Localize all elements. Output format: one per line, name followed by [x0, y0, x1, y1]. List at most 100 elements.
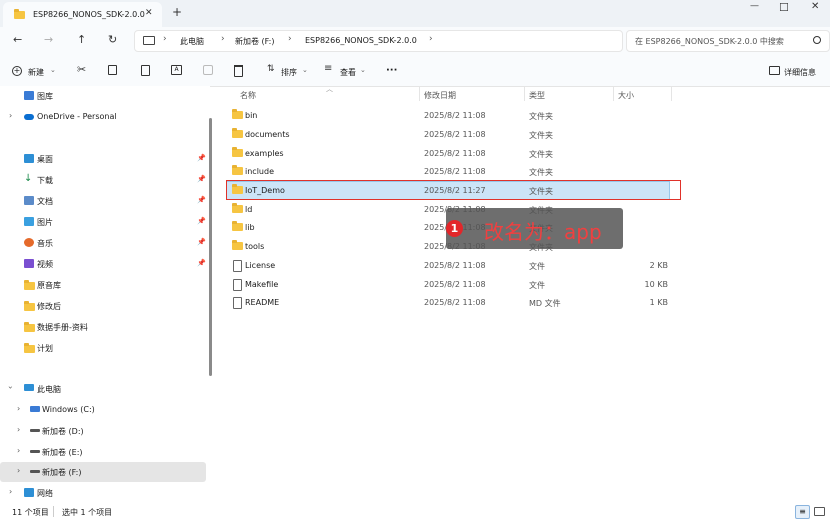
pin-icon[interactable]: 📌	[197, 217, 206, 225]
sidebar-item-drive-e[interactable]: › 新加卷 (E:)	[0, 442, 206, 462]
minimize-button[interactable]: —	[750, 2, 759, 11]
breadcrumb-drive-f[interactable]: 新加卷 (F:)	[235, 36, 274, 47]
details-view-icon[interactable]: ≡	[795, 505, 810, 519]
share-icon[interactable]	[203, 65, 213, 75]
search-box[interactable]: 在 ESP8266_NONOS_SDK-2.0.0 中搜索	[626, 30, 830, 52]
column-divider[interactable]	[671, 87, 672, 101]
file-icon	[233, 297, 242, 309]
pin-icon[interactable]: 📌	[197, 238, 206, 246]
column-divider[interactable]	[419, 87, 420, 101]
sidebar-item-drive-d[interactable]: › 新加卷 (D:)	[0, 421, 206, 441]
annotation-callout: 1 改名为：app	[446, 208, 623, 249]
view-button[interactable]: 查看	[340, 67, 356, 78]
file-row[interactable]: README 2025/8/2 11:08 MD 文件 1 KB	[226, 293, 670, 312]
delete-icon[interactable]	[234, 65, 243, 77]
file-type: 文件	[529, 281, 545, 290]
sidebar-item-label: OneDrive - Personal	[37, 112, 117, 121]
folder-icon	[232, 165, 243, 175]
pin-icon[interactable]: 📌	[197, 259, 206, 267]
address-bar[interactable]: › 此电脑 › 新加卷 (F:) › ESP8266_NONOS_SDK-2.0…	[134, 30, 623, 52]
maximize-button[interactable]: ☐	[779, 2, 789, 13]
sidebar-item-yuanyinku[interactable]: 原音库	[0, 275, 206, 295]
sidebar-item-desktop[interactable]: 桌面 📌	[0, 149, 206, 169]
forward-button[interactable]: →	[44, 34, 53, 45]
sidebar-scrollbar[interactable]	[209, 118, 212, 376]
file-row[interactable]: examples 2025/8/2 11:08 文件夹	[226, 144, 670, 163]
sidebar-item-drive-c[interactable]: › Windows (C:)	[0, 400, 206, 420]
column-header-size[interactable]: 大小	[618, 90, 634, 101]
back-button[interactable]: ←	[13, 34, 22, 45]
chevron-right-icon[interactable]: ›	[9, 487, 12, 496]
sidebar-item-label: 下载	[37, 176, 53, 185]
chevron-right-icon[interactable]: ›	[17, 446, 20, 455]
file-row[interactable]: documents 2025/8/2 11:08 文件夹	[226, 125, 670, 144]
tab-close-icon[interactable]: ✕	[145, 9, 153, 18]
tiles-view-icon[interactable]	[814, 507, 825, 516]
column-header-name[interactable]: 名称	[240, 90, 256, 101]
pin-icon[interactable]: 📌	[197, 154, 206, 162]
sidebar-item-pictures[interactable]: 图片 📌	[0, 212, 206, 232]
pictures-icon	[24, 217, 34, 226]
file-row[interactable]: bin 2025/8/2 11:08 文件夹	[226, 106, 670, 125]
file-row[interactable]: include 2025/8/2 11:08 文件夹	[226, 162, 670, 181]
new-button[interactable]: 新建	[28, 67, 44, 78]
gallery-icon	[24, 91, 34, 100]
tab-current[interactable]: ESP8266_NONOS_SDK-2.0.0 ✕	[3, 2, 162, 27]
chevron-right-icon[interactable]: ›	[17, 466, 20, 475]
sidebar-item-label: 文档	[37, 197, 53, 206]
sidebar-item-label: 修改后	[37, 302, 61, 311]
up-button[interactable]: ↑	[77, 34, 86, 45]
column-divider[interactable]	[613, 87, 614, 101]
sidebar-item-xiugaihou[interactable]: 修改后	[0, 296, 206, 316]
sidebar-item-documents[interactable]: 文档 📌	[0, 191, 206, 211]
column-header-type[interactable]: 类型	[529, 90, 545, 101]
file-type: 文件夹	[529, 150, 553, 159]
more-options-button[interactable]: ···	[386, 65, 397, 76]
chevron-down-icon[interactable]: ›	[6, 386, 15, 389]
sidebar-item-onedrive[interactable]: › OneDrive - Personal	[0, 107, 206, 127]
paste-icon[interactable]	[141, 65, 150, 76]
sidebar-item-datasheets[interactable]: 数据手册-资料	[0, 317, 206, 337]
sidebar-item-label: 新加卷 (D:)	[42, 427, 84, 436]
search-icon[interactable]	[813, 36, 821, 44]
file-icon	[233, 260, 242, 272]
sidebar-item-this-pc[interactable]: › 此电脑	[0, 379, 206, 399]
drive-icon	[30, 470, 40, 473]
pin-icon[interactable]: 📌	[197, 175, 206, 183]
file-row[interactable]: License 2025/8/2 11:08 文件 2 KB	[226, 256, 670, 275]
search-input[interactable]: 在 ESP8266_NONOS_SDK-2.0.0 中搜索	[635, 36, 784, 47]
sidebar-item-downloads[interactable]: ↓ 下载 📌	[0, 170, 206, 190]
refresh-button[interactable]: ↻	[108, 34, 117, 45]
download-icon: ↓	[24, 173, 33, 184]
copy-icon[interactable]	[108, 65, 117, 75]
column-header-date[interactable]: 修改日期	[424, 90, 456, 101]
sidebar-item-drive-f[interactable]: › 新加卷 (F:)	[0, 462, 206, 482]
drive-icon	[30, 406, 40, 412]
breadcrumb-this-pc[interactable]: 此电脑	[180, 36, 204, 47]
file-size: 1 KB	[649, 298, 668, 307]
file-row[interactable]: Makefile 2025/8/2 11:08 文件 10 KB	[226, 275, 670, 294]
chevron-right-icon[interactable]: ›	[17, 425, 20, 434]
chevron-down-icon: ⌄	[302, 66, 308, 74]
command-bar	[0, 54, 830, 87]
file-type: 文件夹	[529, 131, 553, 140]
sidebar-item-gallery[interactable]: 图库	[0, 86, 206, 106]
sidebar-item-music[interactable]: 音乐 📌	[0, 233, 206, 253]
sidebar-item-label: 此电脑	[37, 385, 61, 394]
sidebar-item-videos[interactable]: 视频 📌	[0, 254, 206, 274]
breadcrumb-folder[interactable]: ESP8266_NONOS_SDK-2.0.0	[305, 36, 417, 45]
sidebar-item-plan[interactable]: 计划	[0, 338, 206, 358]
file-name: Makefile	[245, 280, 279, 289]
chevron-right-icon[interactable]: ›	[9, 111, 12, 120]
sidebar-item-network[interactable]: › 网络	[0, 483, 206, 503]
close-window-button[interactable]: ✕	[811, 2, 819, 12]
chevron-right-icon[interactable]: ›	[17, 404, 20, 413]
rename-icon[interactable]: A	[171, 65, 182, 75]
file-name: bin	[245, 111, 258, 120]
new-tab-button[interactable]: +	[172, 6, 182, 18]
column-divider[interactable]	[524, 87, 525, 101]
details-button[interactable]: 详细信息	[784, 67, 816, 78]
sort-button[interactable]: 排序	[281, 67, 297, 78]
pin-icon[interactable]: 📌	[197, 196, 206, 204]
cut-icon[interactable]: ✂	[77, 64, 86, 75]
